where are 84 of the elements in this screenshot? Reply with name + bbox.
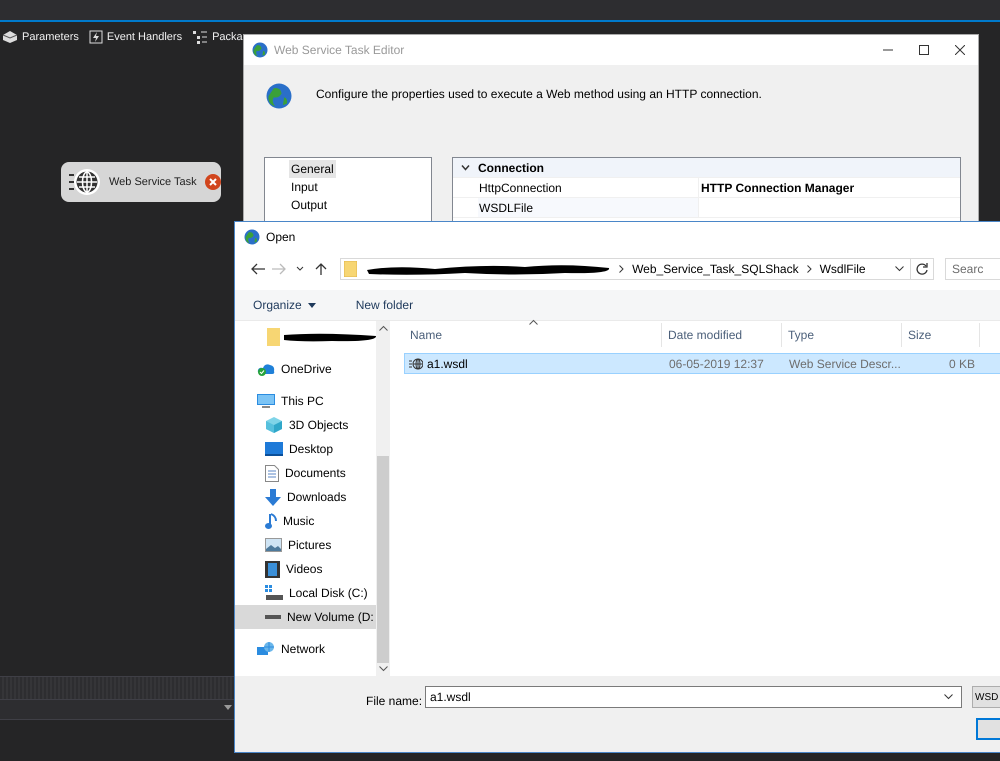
page-item[interactable]: Output	[289, 196, 330, 214]
chevron-down-icon[interactable]	[461, 163, 470, 172]
column-header[interactable]: Type	[782, 323, 902, 347]
nav-item[interactable]: 3D Objects	[235, 413, 376, 437]
designer-tab[interactable]: Parameters	[0, 30, 81, 44]
file-row[interactable]: a1.wsdl 06-05-2019 12:37 Web Service Descr... 0 KB	[404, 353, 1000, 374]
scrollbar[interactable]	[376, 321, 390, 676]
maximize-icon[interactable]	[919, 45, 929, 55]
nav-item[interactable]: Videos	[235, 557, 376, 581]
property-name: WSDLFile	[478, 198, 698, 217]
back-arrow-icon[interactable]	[250, 263, 265, 275]
folder-icon	[267, 328, 280, 346]
column-header[interactable]: Size	[902, 323, 980, 347]
chevron-down-icon[interactable]	[894, 266, 904, 272]
address-bar[interactable]: Web_Service_Task_SQLShack WsdlFile	[340, 258, 911, 280]
nav-item[interactable]: OneDrive	[235, 357, 376, 381]
web-globe-icon	[67, 167, 101, 197]
node-label: Web Service Task	[109, 176, 197, 188]
page-item[interactable]: General	[289, 160, 336, 178]
lightning-icon	[88, 30, 103, 44]
nav-item[interactable]: Desktop	[235, 437, 376, 461]
sort-ascending-icon	[528, 319, 538, 325]
folder-icon	[344, 261, 358, 277]
web-file-icon	[409, 358, 423, 370]
task-node[interactable]: Web Service Task	[61, 162, 221, 202]
chevron-up-icon[interactable]	[378, 325, 388, 331]
file-type: Web Service Descr...	[788, 356, 902, 370]
tree-list-icon	[192, 30, 208, 44]
network-icon	[257, 641, 275, 657]
file-name-label: File name:	[366, 694, 422, 708]
search-field[interactable]: Searc	[944, 258, 1000, 280]
globe-icon	[266, 83, 292, 109]
chevron-down-icon[interactable]	[378, 666, 388, 672]
breadcrumb-item[interactable]: WsdlFile	[820, 262, 866, 276]
category-header[interactable]: Connection	[453, 158, 960, 178]
file-date: 06-05-2019 12:37	[668, 356, 765, 370]
film-icon	[265, 560, 280, 578]
designer-tab[interactable]: Event Handlers	[86, 30, 184, 44]
new-folder-button[interactable]: New folder	[350, 295, 420, 315]
column-header[interactable]: Date modified	[662, 323, 782, 347]
file-name-field[interactable]: a1.wsdl	[425, 686, 962, 708]
page-item[interactable]: Input	[289, 178, 320, 196]
caret-down-icon	[224, 705, 232, 710]
property-value[interactable]: HTTP Connection Manager	[698, 178, 960, 197]
chevron-right-icon	[619, 265, 624, 273]
organize-button[interactable]: Organize	[247, 295, 322, 315]
refresh-icon[interactable]	[916, 263, 928, 275]
box-icon	[2, 30, 18, 44]
file-name: a1.wsdl	[427, 356, 468, 370]
drive-icon	[265, 614, 281, 620]
nav-item[interactable]: Documents	[235, 461, 376, 485]
file-type-filter[interactable]: WSD	[972, 686, 1000, 708]
close-icon[interactable]	[955, 45, 965, 55]
column-header[interactable]: Name	[404, 323, 662, 347]
nav-item[interactable]: Pictures	[235, 533, 376, 557]
nav-item[interactable]: Network	[235, 637, 376, 661]
picture-icon	[265, 538, 282, 552]
music-note-icon	[265, 512, 277, 530]
nav-item[interactable]: This PC	[235, 389, 376, 413]
computer-icon	[257, 394, 275, 408]
up-arrow-icon[interactable]	[315, 263, 328, 275]
description-text: Configure the properties used to execute a Web method using an HTTP connection.	[316, 86, 762, 103]
cube-icon	[265, 416, 283, 434]
globe-icon	[252, 42, 268, 58]
nav-item[interactable]: New Volume (D:	[235, 605, 376, 629]
category-label: Connection	[478, 160, 545, 176]
breadcrumb-item[interactable]: Web_Service_Task_SQLShack	[632, 262, 799, 276]
nav-item[interactable]: Local Disk (C:)	[235, 581, 376, 605]
chevron-down-icon[interactable]	[944, 694, 953, 700]
hard-drive-icon	[265, 585, 283, 601]
nav-item[interactable]: Music	[235, 509, 376, 533]
globe-icon	[244, 229, 260, 245]
window-title: Open	[266, 230, 296, 244]
cloud-icon	[257, 362, 275, 376]
desktop-icon	[265, 442, 283, 456]
file-size: 0 KB	[948, 356, 976, 370]
property-name: HttpConnection	[478, 180, 563, 196]
chevron-right-icon	[806, 265, 812, 273]
document-icon	[265, 464, 279, 482]
designer-tab[interactable]: Packa	[190, 30, 245, 44]
download-arrow-icon	[265, 488, 281, 506]
window-title: Web Service Task Editor	[274, 43, 406, 57]
nav-item[interactable]: Downloads	[235, 485, 376, 509]
caret-down-icon	[308, 302, 316, 308]
